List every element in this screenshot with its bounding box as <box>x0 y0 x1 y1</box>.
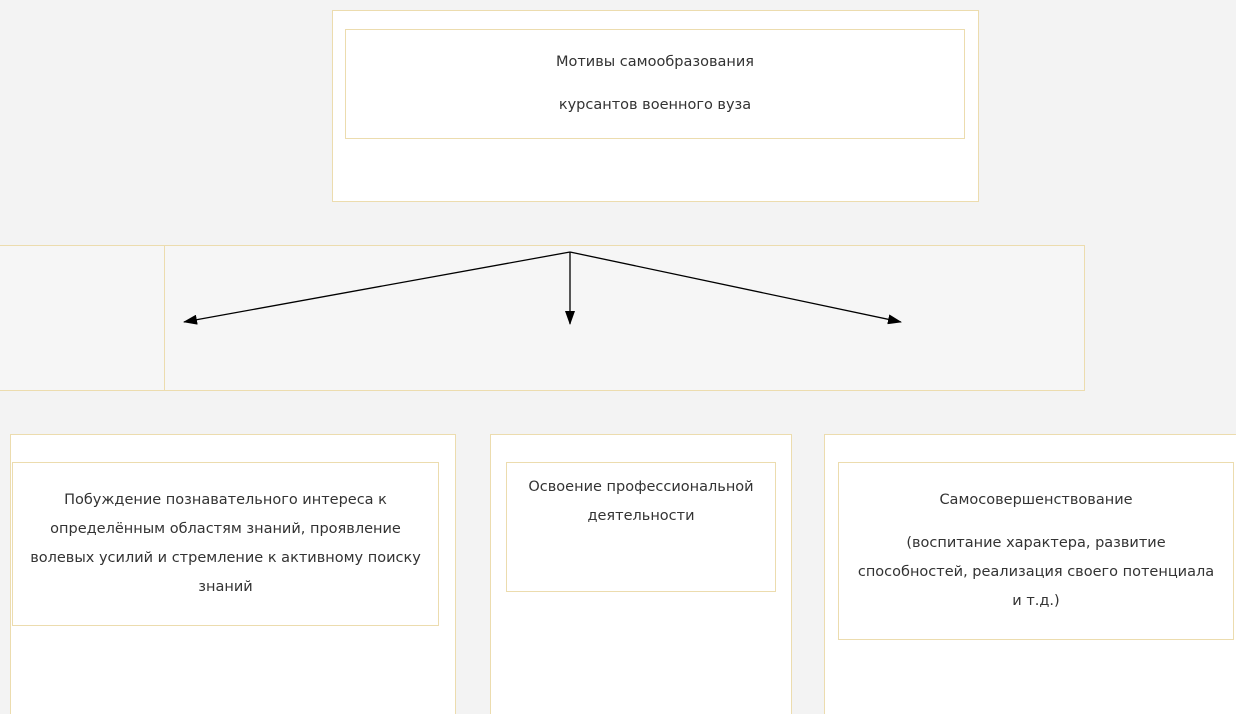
branch-box-1: Побуждение познавательного интереса к оп… <box>12 462 439 626</box>
branch-3-title: Самосовершенствование <box>939 492 1133 508</box>
branch-1-text: Побуждение познавательного интереса к оп… <box>30 492 421 595</box>
arrow-right <box>569 251 902 325</box>
branch-box-2: Освоение профессиональной деятельности <box>506 462 776 592</box>
branch-3-text: (воспитание характера, развитие способно… <box>857 535 1215 609</box>
arrow-left <box>183 251 571 325</box>
branch-box-3: Самосовершенствование (воспитание характ… <box>838 462 1234 640</box>
branch-2-text: Освоение профессиональной деятельности <box>528 479 754 524</box>
